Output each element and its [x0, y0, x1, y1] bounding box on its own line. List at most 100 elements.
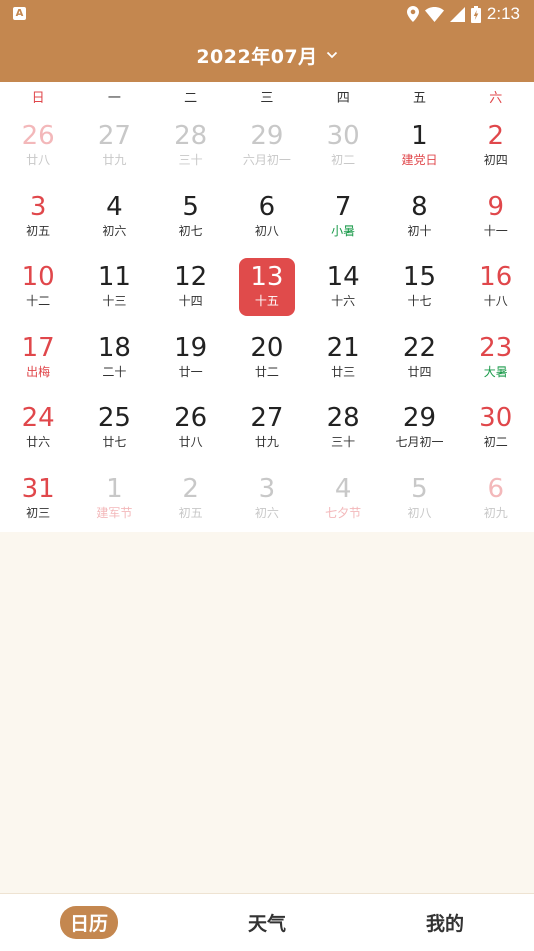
battery-icon — [470, 5, 481, 23]
lunar-date: 建军节 — [96, 505, 133, 520]
day-cell-inner: 9 十一 — [468, 188, 524, 246]
calendar-day[interactable]: 9 十一 — [458, 181, 534, 252]
calendar-day[interactable]: 3 初六 — [229, 463, 305, 534]
day-number: 25 — [97, 403, 131, 433]
calendar-day[interactable]: 4 七夕节 — [305, 463, 381, 534]
calendar-day[interactable]: 23 大暑 — [458, 322, 534, 393]
weekday-label: 日 — [31, 90, 45, 106]
day-number: 19 — [174, 332, 208, 363]
calendar-day[interactable]: 1 建军节 — [76, 463, 152, 534]
calendar-day[interactable]: 25 廿七 — [76, 392, 152, 463]
lunar-date: 出梅 — [26, 364, 51, 379]
lunar-date: 十一 — [483, 223, 508, 238]
day-cell-inner: 25 廿七 — [86, 399, 142, 457]
calendar-day[interactable]: 28 三十 — [305, 392, 381, 463]
lunar-date: 三十 — [331, 435, 356, 449]
calendar-day[interactable]: 21 廿三 — [305, 322, 381, 393]
calendar-day[interactable]: 15 十七 — [381, 251, 457, 322]
calendar-day[interactable]: 5 初七 — [153, 181, 229, 252]
lunar-date: 初四 — [483, 153, 508, 167]
calendar-day[interactable]: 2 初五 — [153, 463, 229, 534]
day-number: 16 — [479, 262, 513, 292]
bottom-navigation: 日历 天气 我的 — [0, 893, 534, 951]
calendar-day[interactable]: 16 十八 — [458, 251, 534, 322]
status-icons: 2:13 — [406, 2, 520, 26]
calendar-day[interactable]: 24 廿六 — [0, 392, 76, 463]
calendar-day[interactable]: 20 廿二 — [229, 322, 305, 393]
nav-tab-weather[interactable]: 天气 — [178, 894, 356, 951]
day-cell-inner: 14 十六 — [315, 258, 371, 316]
day-cell-inner: 16 十八 — [468, 258, 524, 316]
calendar-day[interactable]: 26 廿八 — [153, 392, 229, 463]
lunar-date: 廿二 — [254, 364, 279, 379]
calendar-day[interactable]: 30 初二 — [305, 110, 381, 181]
day-number: 24 — [21, 403, 55, 433]
day-cell-inner: 8 初十 — [391, 188, 447, 246]
day-cell-inner: 31 初三 — [10, 470, 66, 528]
weekday-label: 三 — [260, 90, 274, 106]
calendar-day[interactable]: 31 初三 — [0, 463, 76, 534]
lunar-date: 廿四 — [407, 364, 432, 379]
nav-tab-me[interactable]: 我的 — [356, 894, 534, 951]
day-number: 2 — [487, 121, 504, 151]
day-cell-inner: 1 建军节 — [86, 470, 142, 528]
day-cell-inner: 11 十三 — [86, 258, 142, 316]
day-cell-inner: 21 廿三 — [315, 329, 371, 387]
day-cell-inner: 5 初七 — [163, 188, 219, 246]
calendar-day[interactable]: 5 初八 — [381, 463, 457, 534]
lunar-date: 廿九 — [102, 153, 127, 167]
lunar-date: 初八 — [254, 223, 279, 238]
calendar-day[interactable]: 6 初八 — [229, 181, 305, 252]
day-number: 30 — [326, 121, 360, 151]
calendar-day[interactable]: 22 廿四 — [381, 322, 457, 393]
lunar-date: 廿九 — [254, 435, 279, 449]
calendar-day[interactable]: 12 十四 — [153, 251, 229, 322]
calendar-day[interactable]: 6 初九 — [458, 463, 534, 534]
calendar-day[interactable]: 1 建党日 — [381, 110, 457, 181]
calendar-day[interactable]: 18 二十 — [76, 322, 152, 393]
calendar-day[interactable]: 11 十三 — [76, 251, 152, 322]
day-cell-inner: 12 十四 — [163, 258, 219, 316]
calendar-day[interactable]: 4 初六 — [76, 181, 152, 252]
day-cell-inner: 17 出梅 — [10, 329, 66, 387]
calendar-day[interactable]: 27 廿九 — [76, 110, 152, 181]
day-number: 6 — [258, 191, 276, 222]
day-number: 4 — [106, 191, 123, 222]
calendar-day[interactable]: 28 三十 — [153, 110, 229, 181]
weekday-label: 一 — [107, 90, 121, 106]
weekday-label: 四 — [336, 90, 350, 106]
day-number: 2 — [182, 473, 199, 504]
status-time: 2:13 — [486, 4, 520, 23]
calendar-day[interactable]: 2 初四 — [458, 110, 534, 181]
calendar-day[interactable]: 17 出梅 — [0, 322, 76, 393]
day-number: 31 — [21, 473, 55, 504]
calendar-day[interactable]: 19 廿一 — [153, 322, 229, 393]
day-cell-inner: 5 初八 — [391, 470, 447, 528]
calendar-grid: 26 廿八 27 廿九 28 三十 29 六月初一 30 初二 1 建党日 2 初四 3 初五 4 初六 5 初七 6 初… — [0, 110, 534, 533]
calendar-day[interactable]: 26 廿八 — [0, 110, 76, 181]
day-number: 23 — [479, 332, 513, 363]
day-number: 18 — [97, 332, 131, 363]
lunar-date: 初八 — [407, 505, 432, 520]
calendar-day[interactable]: 30 初二 — [458, 392, 534, 463]
calendar-day[interactable]: 7 小暑 — [305, 181, 381, 252]
day-number: 1 — [106, 473, 123, 504]
calendar-day[interactable]: 27 廿九 — [229, 392, 305, 463]
month-selector[interactable]: 2022年07月 — [196, 42, 337, 69]
calendar-day[interactable]: 29 六月初一 — [229, 110, 305, 181]
calendar-day-today[interactable]: 13 十五 — [229, 251, 305, 322]
nav-tab-calendar[interactable]: 日历 — [0, 894, 178, 951]
calendar-day[interactable]: 14 十六 — [305, 251, 381, 322]
month-title: 2022年07月 — [196, 45, 318, 68]
day-number: 26 — [174, 403, 208, 433]
day-cell-inner: 6 初八 — [239, 188, 295, 246]
day-cell-inner: 24 廿六 — [10, 399, 66, 457]
day-number: 30 — [479, 403, 513, 433]
day-number: 28 — [326, 403, 360, 433]
calendar-day[interactable]: 3 初五 — [0, 181, 76, 252]
lunar-date: 廿一 — [178, 364, 203, 379]
calendar-day[interactable]: 29 七月初一 — [381, 392, 457, 463]
calendar-day[interactable]: 8 初十 — [381, 181, 457, 252]
lunar-date: 十五 — [254, 294, 279, 308]
calendar-day[interactable]: 10 十二 — [0, 251, 76, 322]
